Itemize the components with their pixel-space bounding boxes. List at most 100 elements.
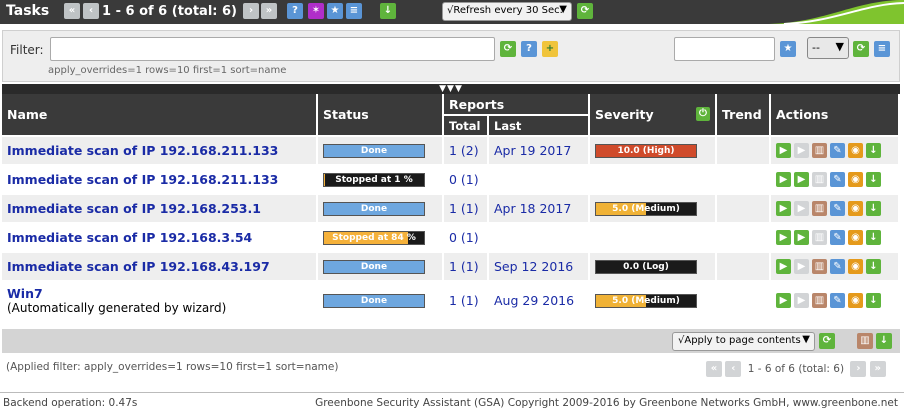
last-page-icon[interactable]: » [869, 361, 886, 377]
edit-icon[interactable]: ✎ [830, 143, 845, 158]
help-icon[interactable]: ? [287, 3, 303, 19]
column-header-total[interactable]: Total [444, 116, 489, 137]
filter-name-input[interactable] [674, 37, 775, 61]
task-name-link[interactable]: Win7 [7, 286, 311, 301]
previous-page-icon[interactable]: ‹ [725, 361, 742, 377]
resume-icon[interactable]: ▶ [794, 143, 809, 158]
wizard-icon[interactable]: ✶ [308, 3, 324, 19]
first-page-icon[interactable]: « [64, 3, 80, 19]
edit-icon[interactable]: ✎ [830, 293, 845, 308]
header-swoosh [764, 0, 904, 24]
filter-select[interactable]: -- ▼ [807, 37, 849, 59]
download-icon[interactable]: ↓ [380, 3, 396, 19]
start-icon[interactable]: ▶ [776, 172, 791, 187]
section-toggle[interactable]: ▼▼▼ [2, 84, 900, 94]
trash-icon[interactable]: ▥ [857, 333, 873, 349]
trash-icon[interactable]: ▥ [812, 172, 827, 187]
status-bar[interactable]: Done [323, 293, 425, 308]
start-icon[interactable]: ▶ [776, 230, 791, 245]
next-page-icon[interactable]: › [243, 3, 259, 19]
trend-cell [717, 253, 771, 282]
status-bar[interactable]: Done [323, 201, 425, 216]
column-header-actions: Actions [771, 94, 900, 137]
clone-icon[interactable]: ◉ [848, 293, 863, 308]
export-icon[interactable]: ↓ [866, 230, 881, 245]
start-icon[interactable]: ▶ [776, 259, 791, 274]
apply-refresh-icon[interactable]: ⟳ [819, 333, 835, 349]
trash-icon[interactable]: ▥ [812, 293, 827, 308]
severity-bar: 5.0 (Medium) [595, 293, 697, 308]
export-icon[interactable]: ↓ [866, 201, 881, 216]
edit-icon[interactable]: ✎ [830, 259, 845, 274]
trash-icon[interactable]: ▥ [812, 230, 827, 245]
resume-icon[interactable]: ▶ [794, 259, 809, 274]
list-icon[interactable]: ≡ [346, 3, 362, 19]
severity-bar: 0.0 (Log) [595, 259, 697, 274]
power-icon[interactable]: ⏻ [696, 107, 710, 121]
start-icon[interactable]: ▶ [776, 143, 791, 158]
apply-filter-icon[interactable]: ⟳ [853, 41, 869, 57]
report-last-link[interactable]: Sep 12 2016 [494, 259, 573, 274]
task-name-link[interactable]: Immediate scan of IP 192.168.253.1 [7, 201, 311, 216]
resume-icon[interactable]: ▶ [794, 172, 809, 187]
report-last-link[interactable]: Apr 19 2017 [494, 143, 571, 158]
task-name-cell: Immediate scan of IP 192.168.3.54 [2, 224, 318, 253]
task-name-link[interactable]: Immediate scan of IP 192.168.211.133 [7, 143, 311, 158]
report-total-link[interactable]: 1 (1) [449, 259, 479, 274]
export-icon[interactable]: ↓ [866, 293, 881, 308]
new-task-icon[interactable]: ★ [327, 3, 343, 19]
status-bar[interactable]: Stopped at 84 % [323, 230, 425, 245]
next-page-icon[interactable]: › [850, 361, 867, 377]
filter-list-icon[interactable]: ≡ [874, 41, 890, 57]
export-icon[interactable]: ↓ [866, 172, 881, 187]
task-name-link[interactable]: Immediate scan of IP 192.168.43.197 [7, 259, 311, 274]
refresh-select[interactable]: √Refresh every 30 Sec. ▼ [442, 2, 572, 21]
column-header-last[interactable]: Last [489, 116, 590, 137]
column-header-name[interactable]: Name [2, 94, 318, 137]
new-filter-icon[interactable]: + [542, 41, 558, 57]
trash-icon[interactable]: ▥ [812, 259, 827, 274]
save-filter-icon[interactable]: ★ [780, 41, 796, 57]
edit-icon[interactable]: ✎ [830, 201, 845, 216]
clone-icon[interactable]: ◉ [848, 201, 863, 216]
export-icon[interactable]: ↓ [876, 333, 892, 349]
pager-text: 1 - 6 of 6 (total: 6) [102, 4, 237, 19]
report-last-link[interactable]: Apr 18 2017 [494, 201, 571, 216]
report-total-link[interactable]: 0 (1) [449, 172, 479, 187]
start-icon[interactable]: ▶ [776, 201, 791, 216]
resume-icon[interactable]: ▶ [794, 293, 809, 308]
apply-select[interactable]: √Apply to page contents ▼ [672, 332, 815, 351]
first-page-icon[interactable]: « [706, 361, 722, 377]
report-total-link[interactable]: 0 (1) [449, 230, 479, 245]
export-icon[interactable]: ↓ [866, 143, 881, 158]
filter-input[interactable] [50, 37, 495, 61]
report-total-link[interactable]: 1 (2) [449, 143, 479, 158]
resume-icon[interactable]: ▶ [794, 230, 809, 245]
task-name-link[interactable]: Immediate scan of IP 192.168.211.133 [7, 172, 311, 187]
report-total-link[interactable]: 1 (1) [449, 201, 479, 216]
task-name-link[interactable]: Immediate scan of IP 192.168.3.54 [7, 230, 311, 245]
status-bar[interactable]: Done [323, 143, 425, 158]
previous-page-icon[interactable]: ‹ [83, 3, 99, 19]
refresh-filter-icon[interactable]: ⟳ [500, 41, 516, 57]
column-header-severity[interactable]: Severity ⏻ [590, 94, 717, 137]
report-total-link[interactable]: 1 (1) [449, 293, 479, 308]
clone-icon[interactable]: ◉ [848, 259, 863, 274]
last-page-icon[interactable]: » [261, 3, 277, 19]
column-header-status[interactable]: Status [318, 94, 444, 137]
status-bar[interactable]: Done [323, 259, 425, 274]
start-icon[interactable]: ▶ [776, 293, 791, 308]
export-icon[interactable]: ↓ [866, 259, 881, 274]
resume-icon[interactable]: ▶ [794, 201, 809, 216]
status-bar[interactable]: Stopped at 1 % [323, 172, 425, 187]
trash-icon[interactable]: ▥ [812, 201, 827, 216]
clone-icon[interactable]: ◉ [848, 143, 863, 158]
edit-icon[interactable]: ✎ [830, 172, 845, 187]
trash-icon[interactable]: ▥ [812, 143, 827, 158]
filter-help-icon[interactable]: ? [521, 41, 537, 57]
clone-icon[interactable]: ◉ [848, 230, 863, 245]
refresh-icon[interactable]: ⟳ [577, 3, 593, 19]
edit-icon[interactable]: ✎ [830, 230, 845, 245]
clone-icon[interactable]: ◉ [848, 172, 863, 187]
report-last-link[interactable]: Aug 29 2016 [494, 293, 574, 308]
